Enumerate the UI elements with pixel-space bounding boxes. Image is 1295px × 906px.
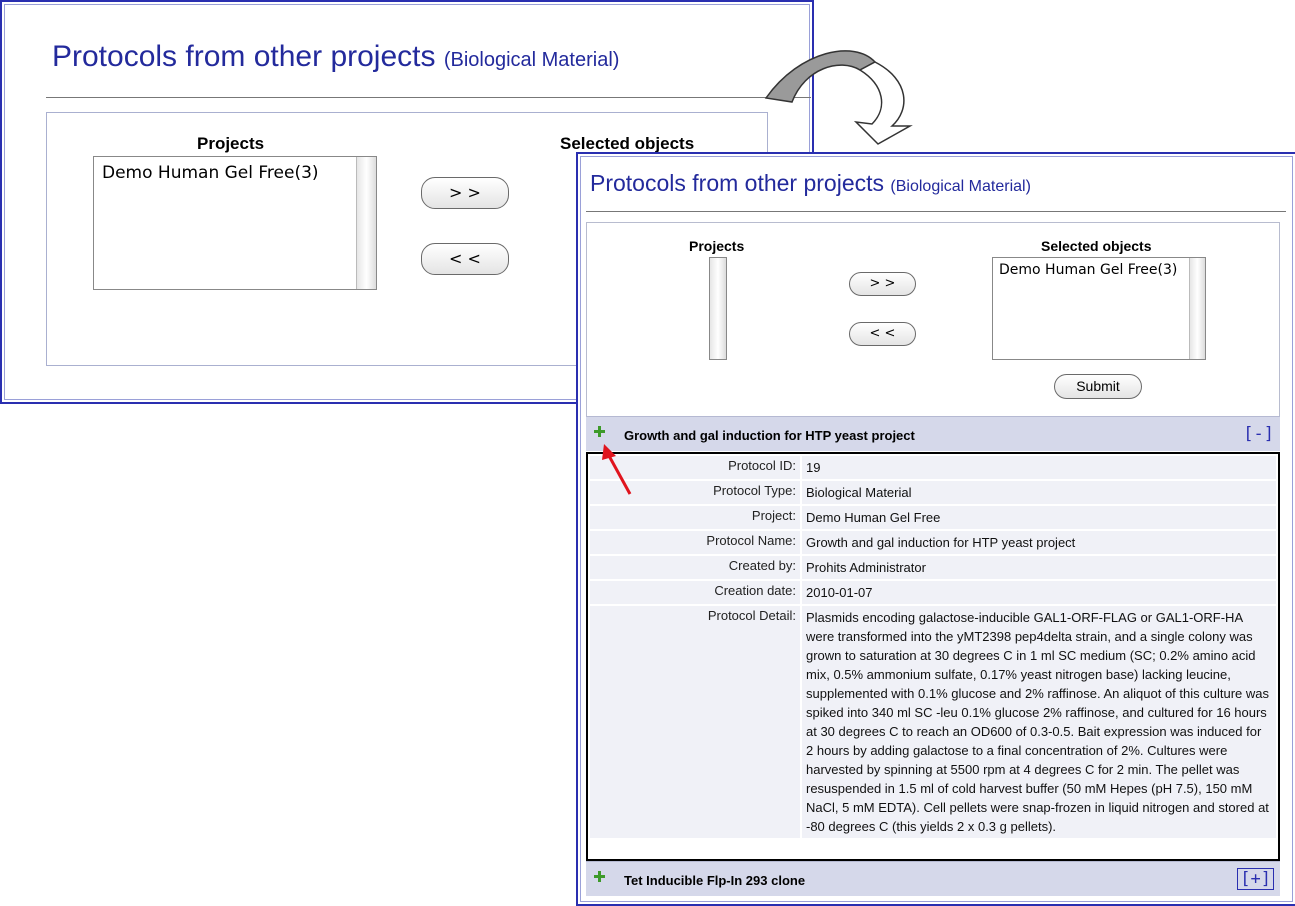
table-row: Protocol Name: Growth and gal induction f…: [590, 531, 1276, 554]
table-row: Creation date: 2010-01-07: [590, 581, 1276, 604]
remove-selection-button[interactable]: < <: [849, 322, 916, 346]
remove-selection-button[interactable]: < <: [421, 243, 509, 275]
field-label: Project:: [590, 506, 800, 529]
listbox-scrollbar[interactable]: [356, 157, 376, 289]
field-value: 2010-01-07: [802, 581, 1276, 604]
projects-listbox[interactable]: [709, 257, 727, 360]
field-value: 19: [802, 456, 1276, 479]
page-subtitle: (Biological Material): [443, 49, 620, 71]
page-subtitle: (Biological Material): [890, 178, 1031, 195]
plus-icon[interactable]: [594, 871, 605, 882]
protocol-header[interactable]: Tet Inducible Flp-In 293 clone [+]: [586, 861, 1280, 896]
table-row: Protocol ID: 19: [590, 456, 1276, 479]
field-value: Plasmids encoding galactose-inducible GA…: [802, 606, 1276, 838]
front-panel-screenshot: Protocols from other projects (Biologica…: [576, 152, 1295, 906]
expand-toggle[interactable]: [+]: [1237, 868, 1274, 890]
field-value: Demo Human Gel Free: [802, 506, 1276, 529]
title-divider: [586, 211, 1286, 212]
table-row: Protocol Type: Biological Material: [590, 481, 1276, 504]
protocol-title: Growth and gal induction for HTP yeast p…: [624, 428, 915, 443]
page-title: Protocols from other projects (Biologica…: [52, 40, 620, 73]
projects-listbox[interactable]: Demo Human Gel Free(3): [93, 156, 377, 290]
table-row: Created by: Prohits Administrator: [590, 556, 1276, 579]
collapse-toggle[interactable]: [-]: [1243, 424, 1274, 444]
protocol-header[interactable]: Growth and gal induction for HTP yeast p…: [586, 416, 1280, 451]
field-label: Protocol Name:: [590, 531, 800, 554]
list-item[interactable]: Demo Human Gel Free(3): [999, 262, 1177, 278]
field-value: Prohits Administrator: [802, 556, 1276, 579]
field-value: Biological Material: [802, 481, 1276, 504]
selected-objects-label: Selected objects: [560, 134, 695, 153]
table-row: Project: Demo Human Gel Free: [590, 506, 1276, 529]
projects-label: Projects: [197, 134, 265, 153]
submit-button[interactable]: Submit: [1054, 374, 1142, 399]
protocol-detail-table: Protocol ID: 19 Protocol Type: Biological …: [586, 452, 1280, 861]
curved-arrow-icon: [764, 50, 913, 145]
selected-objects-label: Selected objects: [1041, 238, 1152, 254]
protocol-title: Tet Inducible Flp-In 293 clone: [624, 873, 806, 888]
list-item[interactable]: Demo Human Gel Free(3): [102, 163, 319, 183]
add-selection-button[interactable]: > >: [849, 272, 916, 296]
selected-objects-listbox[interactable]: Demo Human Gel Free(3): [992, 257, 1206, 360]
projects-label: Projects: [689, 238, 745, 254]
table-row: Protocol Detail: Plasmids encoding galact…: [590, 606, 1276, 838]
field-label: Creation date:: [590, 581, 800, 604]
title-divider: [46, 97, 811, 98]
page-title: Protocols from other projects (Biologica…: [590, 170, 1031, 196]
add-selection-button[interactable]: > >: [421, 177, 509, 209]
field-label: Protocol Detail:: [590, 606, 800, 838]
field-label: Created by:: [590, 556, 800, 579]
red-arrow-icon: [602, 444, 632, 495]
field-value: Growth and gal induction for HTP yeast p…: [802, 531, 1276, 554]
plus-icon[interactable]: [594, 426, 605, 437]
listbox-scrollbar[interactable]: [1189, 258, 1205, 359]
